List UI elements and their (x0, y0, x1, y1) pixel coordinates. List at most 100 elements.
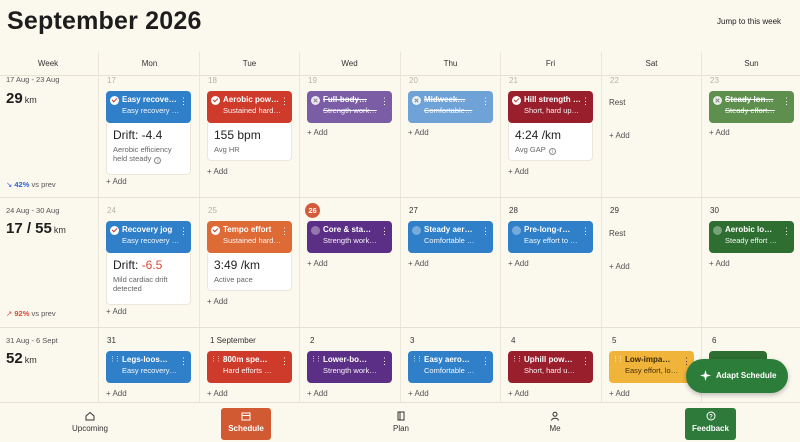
metric-value: Drift: -4.4 (113, 128, 163, 142)
day-number: 3 (410, 336, 415, 345)
more-icon[interactable]: ⋮ (481, 227, 490, 236)
col-fri: Fri (545, 59, 556, 68)
more-icon[interactable]: ⋮ (481, 357, 490, 366)
add-workout-button[interactable]: + Add (106, 177, 127, 186)
add-workout-button[interactable]: + Add (609, 262, 630, 271)
add-workout-button[interactable]: + Add (408, 389, 429, 398)
day-number: 6 (712, 336, 717, 345)
more-icon[interactable]: ⋮ (280, 97, 289, 106)
add-workout-button[interactable]: + Add (609, 389, 630, 398)
more-icon[interactable]: ⋮ (782, 227, 791, 236)
adapt-schedule-button[interactable]: Adapt Schedule (686, 359, 788, 393)
workout-card[interactable]: Steady aer… Comfortable … ⋮ (408, 221, 493, 253)
add-workout-button[interactable]: + Add (508, 259, 529, 268)
workout-card[interactable]: Recovery jog Easy recovery e… ⋮ (106, 221, 191, 253)
workout-card[interactable]: Easy recove… Easy recovery e… ⋮ (106, 91, 191, 123)
add-workout-button[interactable]: + Add (408, 128, 429, 137)
workout-title: Low-impa… (625, 355, 671, 364)
grid-line (601, 52, 602, 402)
metric-label: Avg GAP i (515, 145, 586, 155)
col-week: Week (37, 59, 59, 68)
workout-card[interactable]: Easy aero… Comfortable … ⋮ (408, 351, 493, 383)
workout-card-skipped[interactable]: Full-body… Strength work… ⋮ (307, 91, 392, 123)
workout-card-skipped[interactable]: Midweek… Comfortable… ⋮ (408, 91, 493, 123)
add-workout-button[interactable]: + Add (106, 389, 127, 398)
add-workout-button[interactable]: + Add (307, 128, 328, 137)
col-mon: Mon (141, 59, 158, 68)
more-icon[interactable]: ⋮ (380, 227, 389, 236)
workout-card[interactable]: Uphill pow… Short, hard u… ⋮ (508, 351, 593, 383)
workout-metric: 4:24 /km Avg GAP i (508, 123, 593, 161)
more-icon[interactable]: ⋮ (380, 97, 389, 106)
workout-card[interactable]: Tempo effort Sustained hard … ⋮ (207, 221, 292, 253)
more-icon[interactable]: ⋮ (179, 357, 188, 366)
nav-plan[interactable]: Plan (373, 408, 429, 440)
workout-title: Steady lon… (725, 95, 774, 104)
more-icon[interactable]: ⋮ (179, 97, 188, 106)
drag-handle-icon[interactable] (511, 355, 521, 365)
add-workout-button[interactable]: + Add (609, 131, 630, 140)
more-icon[interactable]: ⋮ (782, 97, 791, 106)
drag-handle-icon[interactable] (310, 355, 320, 365)
day-number: 31 (107, 336, 116, 345)
check-icon (110, 226, 119, 235)
workout-subtitle: Strength work… (323, 366, 377, 375)
workout-card[interactable]: Aerobic lo… Steady effort … ⋮ (709, 221, 794, 253)
col-tue: Tue (242, 59, 257, 68)
workout-metric: Drift: -4.4 Aerobic efficiency held stead… (106, 123, 191, 175)
workout-card[interactable]: 800m spe… Hard efforts … ⋮ (207, 351, 292, 383)
drag-handle-icon[interactable] (411, 355, 421, 365)
add-workout-button[interactable]: + Add (207, 297, 228, 306)
workout-title: Lower-bo… (323, 355, 367, 364)
add-workout-button[interactable]: + Add (307, 259, 328, 268)
add-workout-button[interactable]: + Add (207, 389, 228, 398)
add-workout-button[interactable]: + Add (508, 167, 529, 176)
more-icon[interactable]: ⋮ (481, 97, 490, 106)
week-trend: ↘ 42% vs prev (6, 180, 56, 189)
workout-card-skipped[interactable]: Steady lon… Steady effort… ⋮ (709, 91, 794, 123)
add-workout-button[interactable]: + Add (508, 389, 529, 398)
add-workout-button[interactable]: + Add (106, 307, 127, 316)
metric-label: Aerobic efficiency held steady i (113, 145, 172, 164)
workout-card[interactable]: Pre-long-r… Easy effort to … ⋮ (508, 221, 593, 253)
more-icon[interactable]: ⋮ (581, 97, 590, 106)
check-icon (211, 96, 220, 105)
book-icon (397, 411, 405, 421)
day-number: 4 (511, 336, 516, 345)
nav-me[interactable]: Me (527, 408, 583, 440)
nav-upcoming[interactable]: Upcoming (62, 408, 118, 440)
add-workout-button[interactable]: + Add (709, 259, 730, 268)
add-workout-button[interactable]: + Add (207, 167, 228, 176)
drag-handle-icon[interactable] (109, 355, 119, 365)
info-icon[interactable]: i (548, 148, 556, 155)
metric-label: Active pace (214, 275, 253, 284)
workout-card[interactable]: Hill strength … Short, hard uphi… ⋮ (508, 91, 593, 123)
workout-card[interactable]: Core & sta… Strength work… ⋮ (307, 221, 392, 253)
workout-card[interactable]: Aerobic pow… Sustained hard … ⋮ (207, 91, 292, 123)
more-icon[interactable]: ⋮ (280, 227, 289, 236)
day-number: 29 (610, 206, 619, 215)
nav-feedback[interactable]: ? Feedback (685, 408, 736, 440)
workout-title: Full-body… (323, 95, 367, 104)
info-icon[interactable]: i (154, 157, 162, 164)
more-icon[interactable]: ⋮ (581, 227, 590, 236)
grid-line (299, 52, 300, 402)
more-icon[interactable]: ⋮ (179, 227, 188, 236)
workout-card[interactable]: Legs-loos… Easy recovery…⋮ (106, 351, 191, 383)
add-workout-button[interactable]: + Add (307, 389, 328, 398)
workout-subtitle: Easy effort, lo… (625, 366, 679, 375)
col-thu: Thu (443, 59, 458, 68)
more-icon[interactable]: ⋮ (581, 357, 590, 366)
add-workout-button[interactable]: + Add (709, 128, 730, 137)
add-workout-button[interactable]: + Add (408, 259, 429, 268)
workout-card[interactable]: Lower-bo… Strength work…⋮ (307, 351, 392, 383)
workout-card[interactable]: Low-impa…Easy effort, lo…⋮ (609, 351, 694, 383)
check-icon (512, 96, 521, 105)
nav-schedule[interactable]: Schedule (221, 408, 271, 440)
more-icon[interactable]: ⋮ (380, 357, 389, 366)
jump-to-this-week-link[interactable]: Jump to this week (717, 17, 781, 26)
drag-handle-icon[interactable] (210, 355, 220, 365)
more-icon[interactable]: ⋮ (280, 357, 289, 366)
day-number: 22 (610, 76, 619, 85)
drag-handle-icon[interactable] (612, 355, 622, 365)
